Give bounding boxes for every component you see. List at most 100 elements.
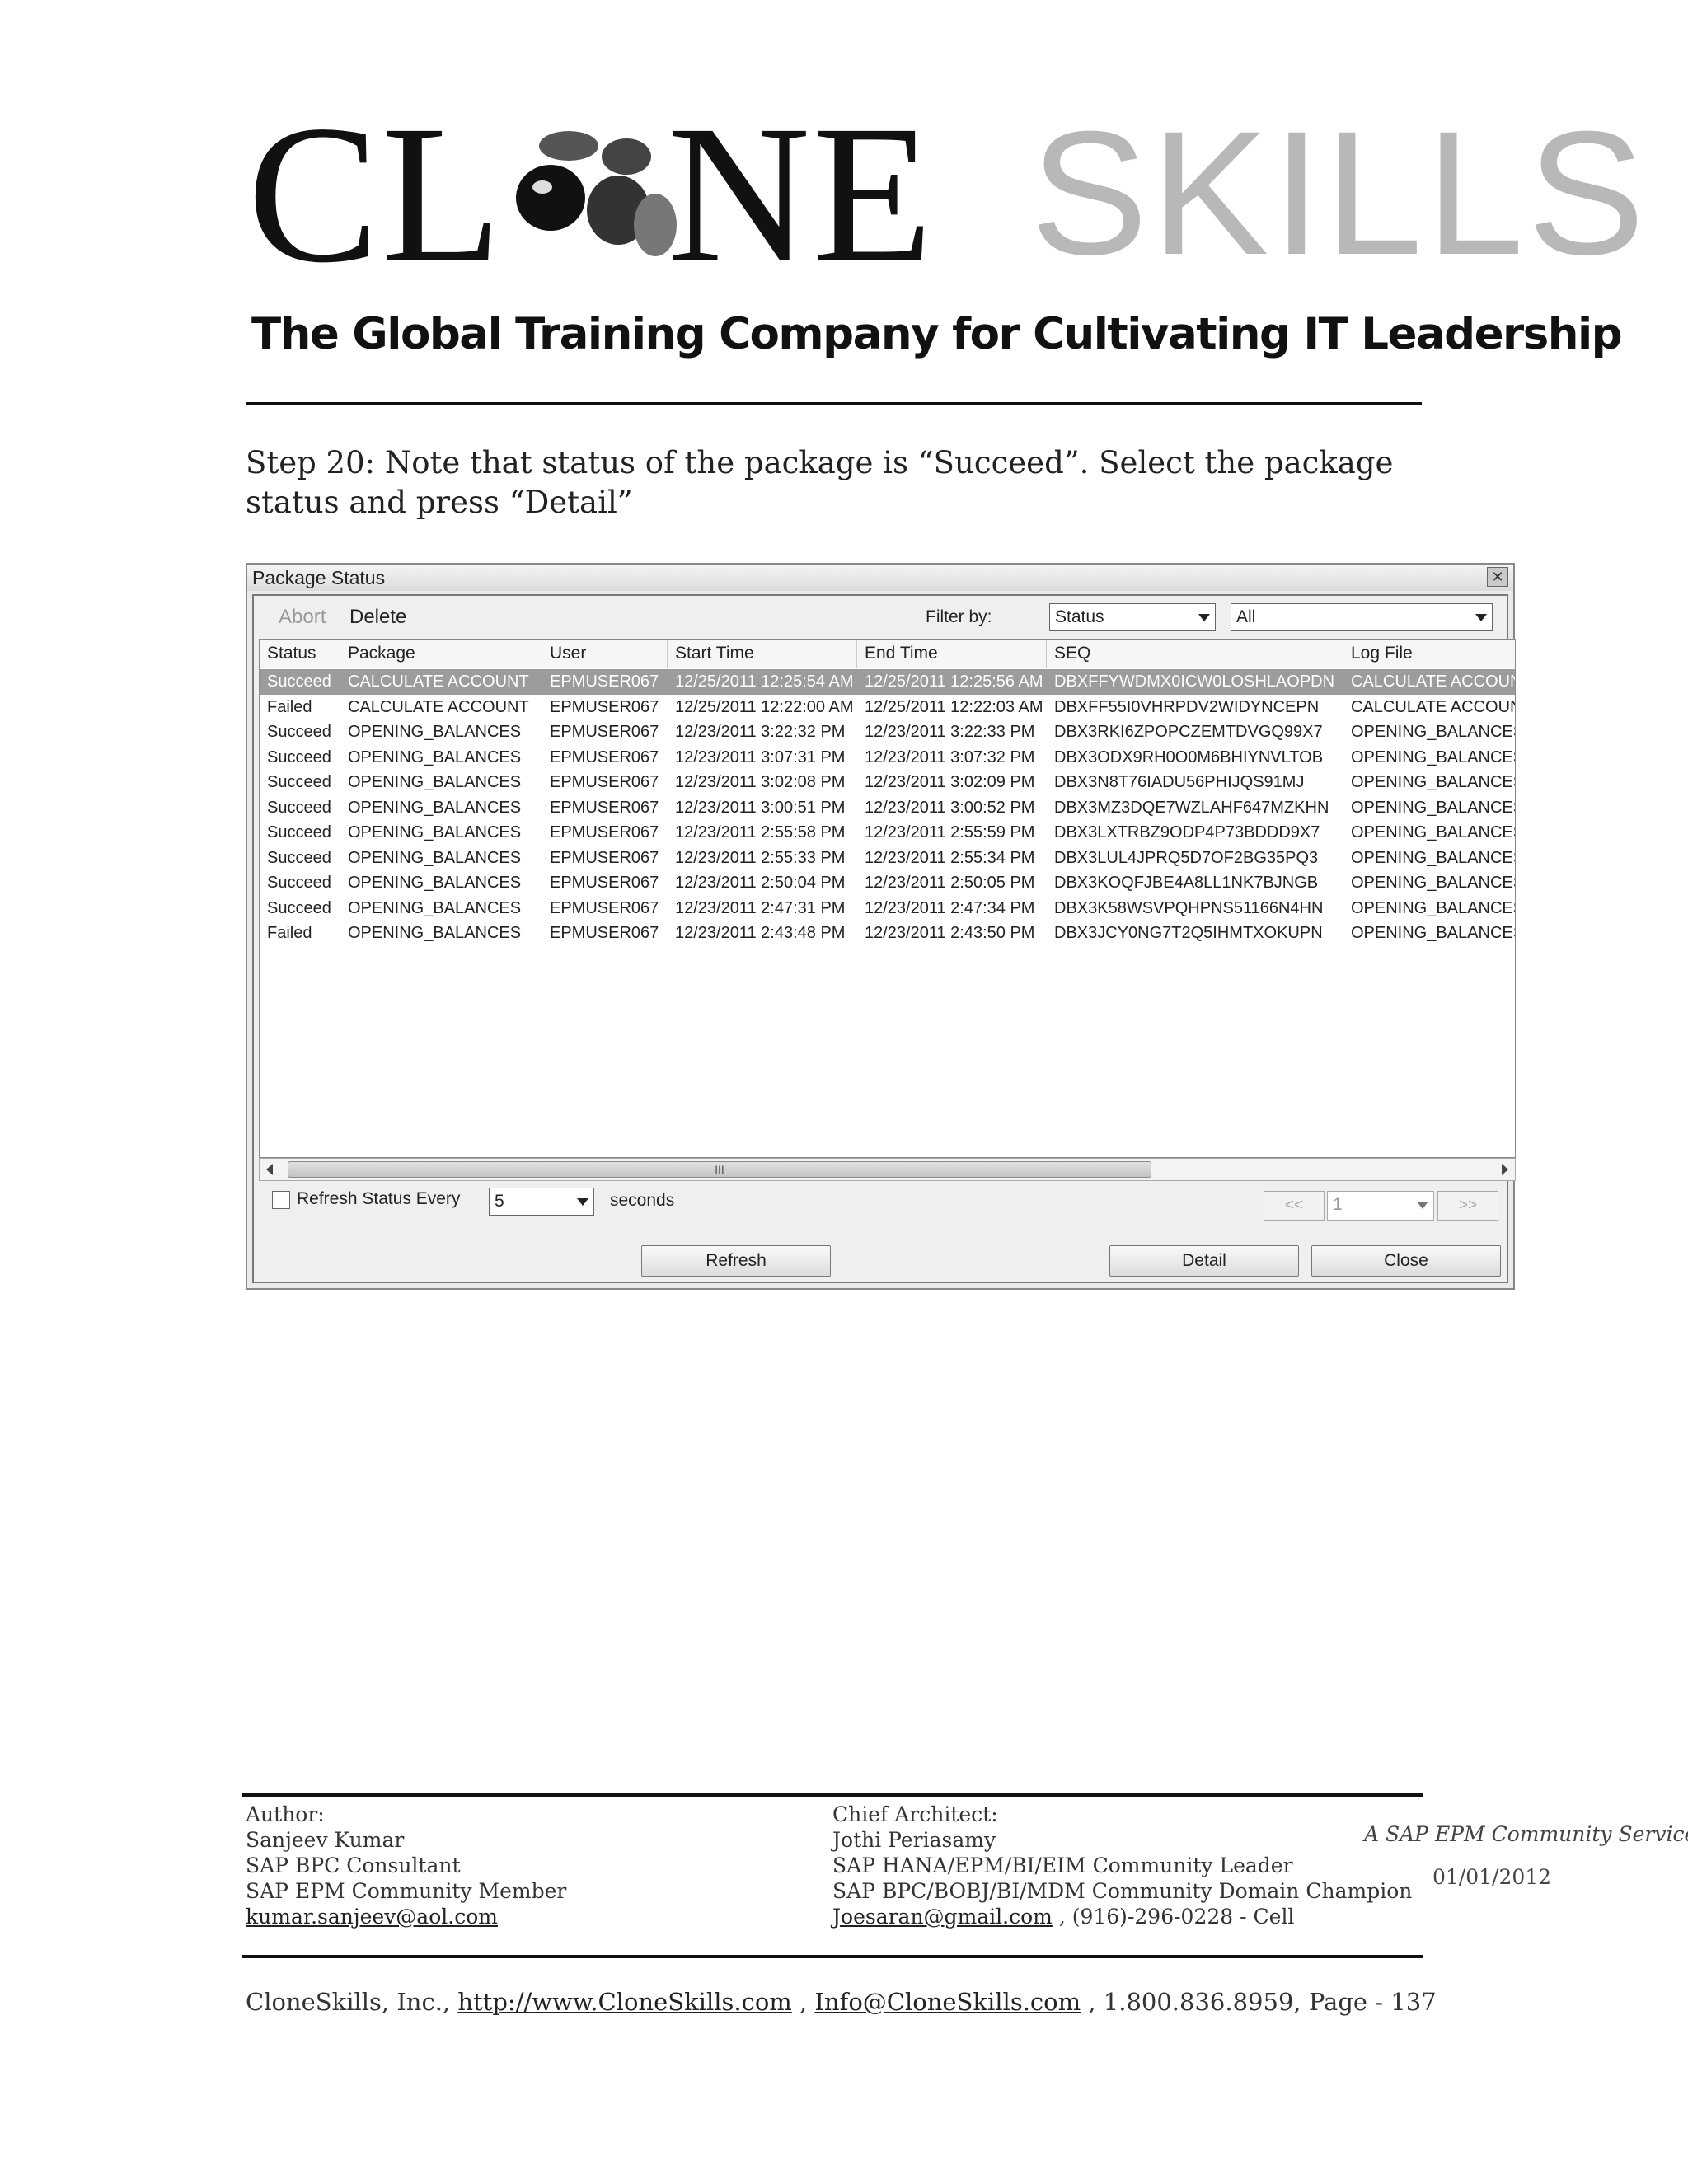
refresh-interval-value: 5 [495, 1192, 504, 1211]
table-row[interactable]: Succeed OPENING_BALANCES EPMUSER067 12/23/2… [260, 795, 1516, 821]
table-cell: 12/23/2011 3:00:51 PM [675, 798, 846, 817]
table-cell: DBX3JCY0NG7T2Q5IHMTXOKUPN [1054, 924, 1323, 942]
table-cell: Succeed [267, 848, 331, 867]
table-cell: EPMUSER067 [550, 898, 659, 917]
table-header: Status Package User Start Time End Time SEQ Lo… [260, 640, 1515, 668]
table-cell: Failed [267, 924, 312, 942]
table-row[interactable]: Succeed OPENING_BALANCES EPMUSER067 12/23/2… [260, 846, 1516, 871]
table-cell: 12/25/2011 12:25:56 AM [865, 673, 1043, 691]
table-cell: Succeed [267, 823, 331, 841]
table-cell: OPENING_BALANCES [1351, 748, 1516, 766]
column-header[interactable]: End Time [857, 640, 1047, 668]
table-cell: EPMUSER067 [550, 773, 659, 791]
table-cell: DBX3ODX9RH0O0M6BHIYNVLTOB [1054, 748, 1324, 766]
architect-email-link[interactable]: Joesaran@gmail.com [832, 1905, 1053, 1929]
table-cell: OPENING_BALANCES [348, 748, 522, 766]
table-cell: 12/23/2011 2:43:50 PM [865, 924, 1035, 942]
abort-button[interactable]: Abort [279, 606, 326, 629]
info-email-link[interactable]: Info@CloneSkills.com [814, 1988, 1081, 2016]
table-cell: Failed [267, 697, 312, 716]
table-cell: OPENING_BALANCES [348, 798, 522, 817]
table-row[interactable]: Failed OPENING_BALANCES EPMUSER067 12/23/20… [260, 921, 1516, 946]
table-row[interactable]: Succeed OPENING_BALANCES EPMUSER067 12/23/2… [260, 896, 1515, 921]
dialog-body: Abort Delete Filter by: Status All Statu… [252, 594, 1516, 1283]
website-link[interactable]: http://www.CloneSkills.com [457, 1988, 791, 2016]
table-row[interactable]: Succeed CALCULATE ACCOUNT EPMUSER067 12/25/… [260, 669, 1515, 695]
table-cell: DBXFFYWDMX0ICW0LOSHLAOPDN [1054, 673, 1335, 691]
footer-bottom-divider [242, 1955, 1423, 1958]
table-cell: OPENING_BALANCES [1351, 848, 1516, 867]
filter-field-value: Status [1055, 607, 1104, 626]
author-role: SAP BPC Consultant [246, 1854, 461, 1877]
table-cell: DBX3RKI6ZPOPCZEMTDVGQ99X7 [1054, 723, 1323, 741]
table-cell: EPMUSER067 [550, 874, 659, 892]
table-cell: Succeed [267, 673, 331, 691]
filter-field-select[interactable]: Status [1049, 603, 1216, 631]
table-cell: EPMUSER067 [550, 673, 659, 691]
table-cell: OPENING_BALANCES [1351, 773, 1516, 791]
scroll-left-icon[interactable] [266, 1164, 273, 1175]
company-name: CloneSkills, Inc., [246, 1988, 458, 2016]
table-cell: OPENING_BALANCES [348, 924, 522, 942]
previous-page-button[interactable]: << [1264, 1191, 1325, 1221]
next-page-button[interactable]: >> [1437, 1191, 1498, 1221]
column-header[interactable]: SEQ [1047, 640, 1343, 668]
table-cell: 12/25/2011 12:22:03 AM [865, 697, 1043, 716]
table-cell: OPENING_BALANCES [348, 874, 522, 892]
table-cell: DBX3K58WSVPQHPNS51166N4HN [1054, 898, 1324, 917]
refresh-interval-select[interactable]: 5 [489, 1188, 594, 1216]
close-icon[interactable]: ✕ [1487, 567, 1508, 587]
table-row[interactable]: Succeed OPENING_BALANCES EPMUSER067 12/23/2… [260, 820, 1515, 846]
table-cell: 12/23/2011 3:22:33 PM [865, 723, 1035, 741]
table-cell: OPENING_BALANCES [1351, 874, 1516, 892]
tagline: The Global Training Company for Cultivat… [251, 309, 1623, 359]
table-cell: DBXFF55I0VHRPDV2WIDYNCEPN [1054, 697, 1320, 716]
refresh-status-checkbox[interactable] [272, 1191, 290, 1209]
table-cell: OPENING_BALANCES [1351, 924, 1516, 942]
logo-circles-mark [516, 131, 677, 256]
architect-role: SAP HANA/EPM/BI/EIM Community Leader [832, 1854, 1293, 1877]
refresh-status-label: Refresh Status Every [297, 1189, 461, 1208]
architect-name: Jothi Periasamy [832, 1828, 996, 1852]
chevron-down-icon [1475, 614, 1487, 621]
delete-button[interactable]: Delete [349, 606, 406, 629]
table-cell: OPENING_BALANCES [1351, 798, 1516, 817]
author-block: Author: Sanjeev Kumar SAP BPC Consultant… [246, 1802, 566, 1929]
filter-by-label: Filter by: [926, 607, 992, 626]
table-cell: 12/23/2011 2:50:05 PM [865, 874, 1035, 892]
table-row[interactable]: Failed CALCULATE ACCOUNT EPMUSER067 12/25/2… [260, 695, 1515, 720]
column-header[interactable]: Package [340, 640, 542, 668]
table-cell: EPMUSER067 [550, 798, 659, 817]
table-cell: OPENING_BALANCES [348, 848, 522, 867]
column-header[interactable]: Start Time [668, 640, 857, 668]
table-row[interactable]: Succeed OPENING_BALANCES EPMUSER067 12/23/2… [260, 719, 1515, 745]
table-cell: EPMUSER067 [550, 823, 659, 841]
table-cell: OPENING_BALANCES [348, 773, 522, 791]
table-cell: 12/23/2011 2:43:48 PM [675, 924, 846, 942]
table-cell: 12/23/2011 2:47:31 PM [675, 898, 846, 917]
filter-value-select[interactable]: All [1231, 603, 1493, 631]
column-header[interactable]: Status [260, 640, 340, 668]
table-cell: 12/25/2011 12:22:00 AM [675, 697, 854, 716]
seconds-label: seconds [610, 1191, 675, 1210]
column-header[interactable]: User [542, 640, 668, 668]
detail-button[interactable]: Detail [1109, 1245, 1299, 1277]
column-header[interactable]: Log File [1343, 640, 1515, 668]
table-cell: Succeed [267, 748, 331, 766]
table-cell: EPMUSER067 [550, 748, 659, 766]
scroll-right-icon[interactable] [1502, 1164, 1508, 1175]
scrollbar-thumb[interactable]: III [288, 1161, 1151, 1178]
refresh-button[interactable]: Refresh [641, 1245, 831, 1277]
table-cell: 12/23/2011 3:07:32 PM [865, 748, 1035, 766]
table-row[interactable]: Succeed OPENING_BALANCES EPMUSER067 12/23/2… [260, 870, 1516, 896]
table-cell: Succeed [267, 798, 331, 817]
close-button[interactable]: Close [1311, 1245, 1501, 1277]
table-row[interactable]: Succeed OPENING_BALANCES EPMUSER067 12/23/2… [260, 745, 1516, 771]
cloneskills-logo: CL NE SKILLS [247, 95, 1645, 293]
page-select[interactable]: 1 [1327, 1191, 1434, 1221]
footer-top-divider [242, 1793, 1423, 1797]
table-row[interactable]: Succeed OPENING_BALANCES EPMUSER067 12/23/2… [260, 770, 1516, 795]
table-cell: 12/23/2011 3:22:32 PM [675, 723, 846, 741]
author-email-link[interactable]: kumar.sanjeev@aol.com [246, 1905, 498, 1929]
horizontal-scrollbar[interactable]: III [259, 1158, 1516, 1181]
